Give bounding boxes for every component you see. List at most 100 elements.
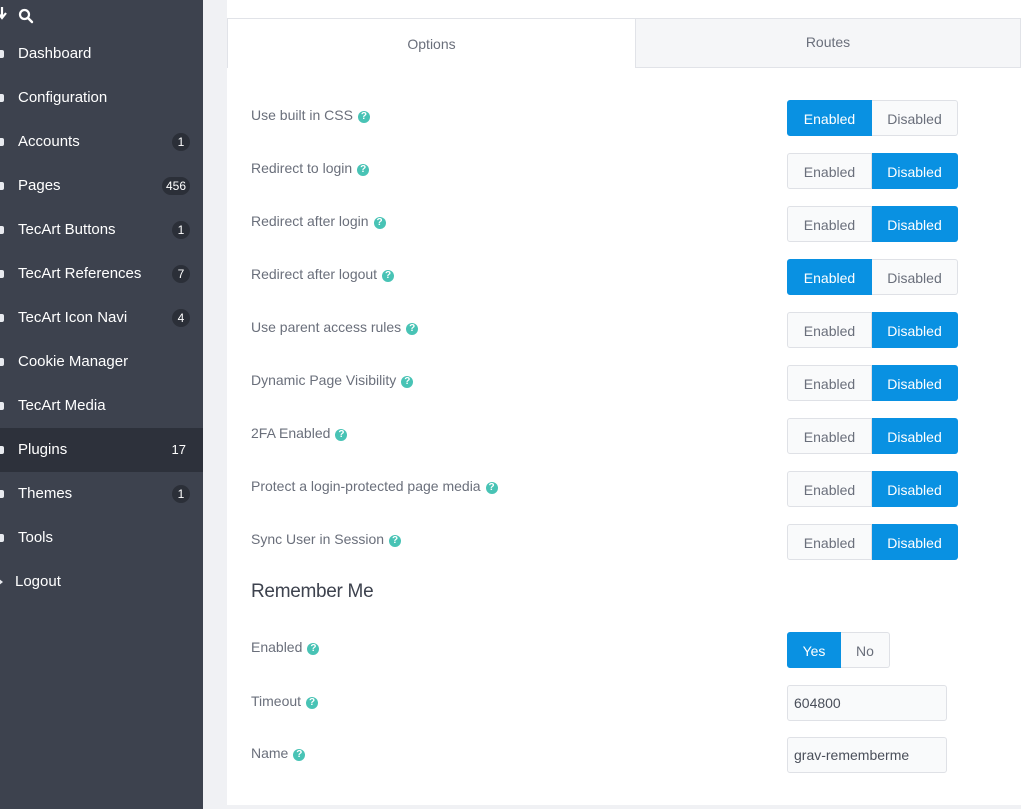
count-badge: 7	[172, 265, 190, 283]
sidebar-item-tools[interactable]: Tools	[0, 516, 203, 560]
help-icon[interactable]: ?	[485, 482, 498, 494]
count-badge: 1	[172, 133, 190, 151]
sidebar-item-label: Cookie Manager	[18, 353, 129, 370]
help-icon[interactable]: ?	[373, 217, 386, 229]
enabled-option[interactable]: Enabled	[787, 524, 872, 560]
disabled-option[interactable]: Disabled	[872, 365, 958, 401]
setting-label: Redirect after login?	[251, 213, 386, 229]
plugin-icon	[0, 226, 4, 234]
setting-row-dynamic-page-visibility: Dynamic Page Visibility? Enabled Disable…	[251, 364, 1021, 401]
disabled-option[interactable]: Disabled	[872, 524, 958, 560]
help-icon[interactable]: ?	[293, 749, 306, 761]
sidebar-item-plugins[interactable]: Plugins 17	[0, 428, 203, 472]
enabled-option[interactable]: Enabled	[787, 312, 872, 348]
sidebar-item-dashboard[interactable]: Dashboard	[0, 32, 203, 76]
sidebar-item-tecart-references[interactable]: TecArt References 7	[0, 252, 203, 296]
enabled-option[interactable]: Enabled	[787, 365, 872, 401]
setting-label-text: Redirect to login	[251, 160, 353, 176]
setting-label-text: Use built in CSS	[251, 107, 353, 123]
search-icon[interactable]	[18, 8, 34, 24]
collapse-arrow-icon[interactable]	[0, 6, 7, 20]
disabled-option[interactable]: Disabled	[872, 312, 958, 348]
sidebar-item-tecart-media[interactable]: TecArt Media	[0, 384, 203, 428]
sidebar-item-cookie-manager[interactable]: Cookie Manager	[0, 340, 203, 384]
enabled-disabled-toggle: Enabled Disabled	[787, 365, 958, 401]
sidebar-search-row	[0, 0, 203, 32]
sidebar-item-label: TecArt Icon Navi	[18, 309, 128, 326]
setting-label-text: Redirect after login	[251, 213, 369, 229]
enabled-disabled-toggle: Enabled Disabled	[787, 418, 958, 454]
tab-routes[interactable]: Routes	[635, 18, 1021, 68]
setting-row-use-built-in-css: Use built in CSS? Enabled Disabled	[251, 99, 1021, 136]
help-icon[interactable]: ?	[306, 697, 319, 709]
setting-row-sync-user-in-session: Sync User in Session? Enabled Disabled	[251, 523, 1021, 560]
sidebar-item-label: Pages	[18, 177, 61, 194]
sidebar-item-label: Plugins	[18, 441, 68, 458]
help-icon[interactable]: ?	[357, 164, 370, 176]
sidebar-item-themes[interactable]: Themes 1	[0, 472, 203, 516]
setting-row-timeout: Timeout? 604800	[251, 685, 1021, 721]
disabled-option[interactable]: Disabled	[872, 418, 958, 454]
help-icon[interactable]: ?	[307, 643, 320, 655]
sidebar-item-tecart-buttons[interactable]: TecArt Buttons 1	[0, 208, 203, 252]
enabled-option[interactable]: Enabled	[787, 153, 872, 189]
sidebar-item-label: TecArt Buttons	[18, 221, 116, 238]
sidebar-item-accounts[interactable]: Accounts 1	[0, 120, 203, 164]
enabled-option[interactable]: Enabled	[787, 418, 872, 454]
setting-label-text: Dynamic Page Visibility	[251, 372, 397, 388]
setting-label: Timeout?	[251, 693, 319, 709]
help-icon[interactable]: ?	[335, 429, 348, 441]
sidebar-item-logout[interactable]: Logout	[0, 560, 203, 604]
sidebar-item-label: TecArt References	[18, 265, 142, 282]
cookie-icon	[0, 358, 4, 366]
sidebar-item-pages[interactable]: Pages 456	[0, 164, 203, 208]
setting-label: Protect a login-protected page media?	[251, 478, 498, 494]
setting-label-text: Name	[251, 745, 289, 761]
media-icon	[0, 402, 4, 410]
disabled-option[interactable]: Disabled	[872, 100, 958, 136]
sidebar-item-label: Dashboard	[18, 45, 92, 62]
help-icon[interactable]: ?	[382, 270, 395, 282]
sidebar-item-configuration[interactable]: Configuration	[0, 76, 203, 120]
enabled-option[interactable]: Enabled	[787, 206, 872, 242]
disabled-option[interactable]: Disabled	[872, 259, 958, 295]
disabled-option[interactable]: Disabled	[872, 206, 958, 242]
setting-label-text: Enabled	[251, 639, 303, 655]
tab-options[interactable]: Options	[227, 18, 636, 68]
plugin-icon	[0, 314, 4, 322]
disabled-option[interactable]: Disabled	[872, 153, 958, 189]
help-icon[interactable]: ?	[389, 535, 402, 547]
users-icon	[0, 138, 4, 146]
setting-label: Use parent access rules?	[251, 319, 419, 335]
sidebar-item-tecart-icon-navi[interactable]: TecArt Icon Navi 4	[0, 296, 203, 340]
setting-label: Name?	[251, 745, 306, 761]
cookie-name-input[interactable]: grav-rememberme	[787, 737, 947, 773]
timeout-input[interactable]: 604800	[787, 685, 947, 721]
setting-label-text: Timeout	[251, 693, 302, 709]
setting-label: Redirect to login?	[251, 160, 370, 176]
dashboard-icon	[0, 50, 4, 58]
count-badge: 17	[171, 442, 186, 457]
tools-icon	[0, 534, 4, 542]
setting-label: Dynamic Page Visibility?	[251, 372, 414, 388]
enabled-option[interactable]: Enabled	[787, 259, 872, 295]
setting-row-name: Name? grav-rememberme	[251, 737, 1021, 773]
enabled-option[interactable]: Enabled	[787, 471, 872, 507]
count-badge: 1	[172, 485, 190, 503]
help-icon[interactable]: ?	[406, 323, 419, 335]
help-icon[interactable]: ?	[357, 111, 370, 123]
enabled-option[interactable]: Enabled	[787, 100, 872, 136]
disabled-option[interactable]: Disabled	[872, 471, 958, 507]
enabled-disabled-toggle: Enabled Disabled	[787, 259, 958, 295]
setting-label-text: Use parent access rules	[251, 319, 402, 335]
sidebar-item-label: Logout	[15, 573, 61, 590]
yes-option[interactable]: Yes	[787, 632, 841, 668]
sidebar-item-label: TecArt Media	[18, 397, 106, 414]
enabled-disabled-toggle: Enabled Disabled	[787, 153, 958, 189]
setting-label-text: Redirect after logout	[251, 266, 378, 282]
help-icon[interactable]: ?	[401, 376, 414, 388]
count-badge: 456	[161, 177, 190, 195]
no-option[interactable]: No	[841, 632, 890, 668]
count-badge: 1	[172, 221, 190, 239]
setting-label: Enabled?	[251, 639, 320, 655]
